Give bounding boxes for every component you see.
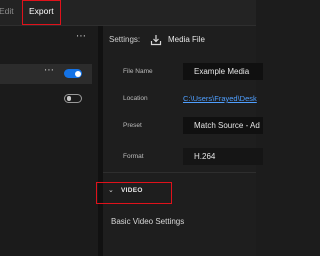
basic-video-settings-heading[interactable]: Basic Video Settings xyxy=(111,217,184,226)
export-icon xyxy=(150,35,162,46)
destination-row-selected[interactable]: ⋯ xyxy=(0,64,92,84)
preset-dropdown[interactable]: Match Source - Ad xyxy=(183,117,263,134)
destinations-panel: ⋯ ⋯ xyxy=(0,26,98,256)
destination-toggle-off[interactable] xyxy=(64,94,82,103)
settings-label: Settings: xyxy=(109,35,141,44)
more-options-icon[interactable]: ⋯ xyxy=(76,31,87,42)
media-file-label: Media File xyxy=(168,35,205,44)
toggle-knob xyxy=(66,96,71,101)
location-label: Location xyxy=(123,95,148,102)
format-dropdown[interactable]: H.264 xyxy=(183,148,263,165)
top-menu-bar: Edit Export xyxy=(0,0,256,26)
chevron-down-icon[interactable]: ⌄ xyxy=(108,186,114,194)
menu-export[interactable]: Export xyxy=(29,5,54,17)
toggle-knob xyxy=(74,70,81,77)
file-name-input[interactable]: Example Media xyxy=(183,63,263,80)
file-name-label: File Name xyxy=(123,68,153,75)
preset-label: Preset xyxy=(123,122,142,129)
section-separator xyxy=(103,172,256,173)
settings-panel: Settings: Media File File Name Example M… xyxy=(96,26,263,256)
menu-edit[interactable]: Edit xyxy=(0,5,14,17)
row-more-options-icon[interactable]: ⋯ xyxy=(44,65,55,76)
destination-toggle-on[interactable] xyxy=(64,69,82,78)
video-section-header[interactable]: VIDEO xyxy=(121,187,143,194)
export-window: Edit Export ⋯ ⋯ Settings: Media File Fil… xyxy=(0,0,263,256)
location-link[interactable]: C:\Users\Frayed\Desk xyxy=(183,94,257,103)
format-label: Format xyxy=(123,153,144,160)
